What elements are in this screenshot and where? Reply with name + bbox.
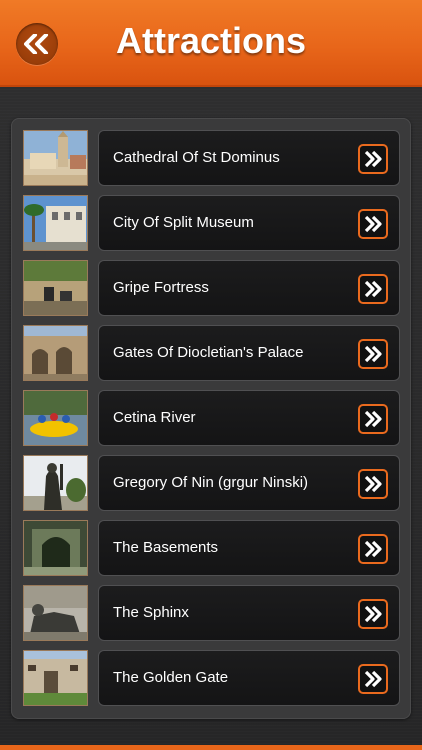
attraction-thumbnail: [23, 130, 88, 186]
list-item[interactable]: Cetina River: [23, 390, 400, 446]
open-attraction-button[interactable]: [358, 664, 388, 694]
attraction-thumbnail: [23, 520, 88, 576]
list-item[interactable]: The Sphinx: [23, 585, 400, 641]
double-chevron-right-icon: [364, 150, 382, 168]
attraction-bar[interactable]: The Basements: [98, 520, 400, 576]
open-attraction-button[interactable]: [358, 599, 388, 629]
bottom-accent-bar: [0, 745, 422, 750]
attraction-bar[interactable]: Gregory Of Nin (grgur Ninski): [98, 455, 400, 511]
attraction-bar[interactable]: The Sphinx: [98, 585, 400, 641]
attraction-thumbnail: [23, 325, 88, 381]
attraction-thumbnail: [23, 455, 88, 511]
attraction-bar[interactable]: The Golden Gate: [98, 650, 400, 706]
double-chevron-right-icon: [364, 410, 382, 428]
attraction-name: Gates Of Diocletian's Palace: [113, 344, 304, 361]
attraction-bar[interactable]: City Of Split Museum: [98, 195, 400, 251]
open-attraction-button[interactable]: [358, 534, 388, 564]
open-attraction-button[interactable]: [358, 209, 388, 239]
attraction-thumbnail: [23, 195, 88, 251]
list-item[interactable]: The Basements: [23, 520, 400, 576]
open-attraction-button[interactable]: [358, 404, 388, 434]
attraction-bar[interactable]: Cetina River: [98, 390, 400, 446]
attraction-bar[interactable]: Gates Of Diocletian's Palace: [98, 325, 400, 381]
attraction-thumbnail: [23, 260, 88, 316]
attraction-thumbnail: [23, 390, 88, 446]
open-attraction-button[interactable]: [358, 144, 388, 174]
page-title: Attractions: [115, 20, 307, 61]
list-item[interactable]: City Of Split Museum: [23, 195, 400, 251]
attraction-name: The Basements: [113, 539, 219, 556]
attraction-name: Cetina River: [113, 409, 196, 426]
double-chevron-right-icon: [364, 540, 382, 558]
double-chevron-right-icon: [364, 670, 382, 688]
list-item[interactable]: Gripe Fortress: [23, 260, 400, 316]
attraction-bar[interactable]: Cathedral Of St Dominus: [98, 130, 400, 186]
list-item[interactable]: Gates Of Diocletian's Palace: [23, 325, 400, 381]
list-item[interactable]: Cathedral Of St Dominus: [23, 130, 400, 186]
double-chevron-right-icon: [364, 345, 382, 363]
attraction-name: The Golden Gate: [113, 669, 229, 686]
attraction-name: Cathedral Of St Dominus: [113, 149, 280, 166]
header-bar: Attractions: [0, 0, 422, 87]
list-item[interactable]: The Golden Gate: [23, 650, 400, 706]
attraction-name: Gripe Fortress: [113, 279, 209, 296]
double-chevron-right-icon: [364, 280, 382, 298]
double-chevron-right-icon: [364, 215, 382, 233]
attraction-name: Gregory Of Nin (grgur Ninski): [113, 474, 309, 491]
attraction-thumbnail: [23, 585, 88, 641]
double-chevron-right-icon: [364, 605, 382, 623]
attraction-name: The Sphinx: [113, 604, 189, 621]
open-attraction-button[interactable]: [358, 469, 388, 499]
attraction-thumbnail: [23, 650, 88, 706]
open-attraction-button[interactable]: [358, 274, 388, 304]
open-attraction-button[interactable]: [358, 339, 388, 369]
double-chevron-right-icon: [364, 475, 382, 493]
attraction-bar[interactable]: Gripe Fortress: [98, 260, 400, 316]
list-item[interactable]: Gregory Of Nin (grgur Ninski): [23, 455, 400, 511]
attraction-name: City Of Split Museum: [113, 214, 254, 231]
